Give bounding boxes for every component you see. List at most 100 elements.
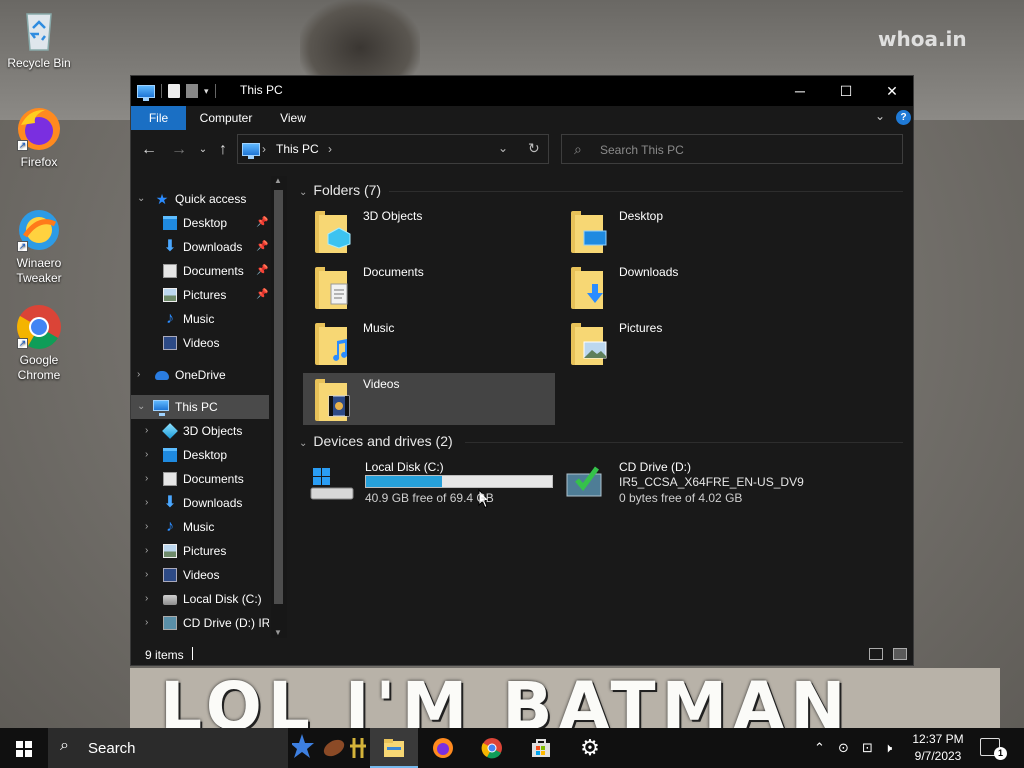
desktop-icon-recycle-bin[interactable]: Recycle Bin	[1, 6, 77, 71]
properties-icon[interactable]	[168, 84, 180, 98]
folder-desktop[interactable]: Desktop	[559, 205, 811, 257]
nav-quick-pictures[interactable]: Pictures 📌	[131, 283, 269, 307]
desktop-icon-firefox[interactable]: ↗ Firefox	[1, 105, 77, 170]
maximize-button[interactable]: ☐	[823, 76, 869, 106]
collapse-chevron-icon[interactable]: ⌄	[299, 438, 307, 449]
expand-chevron-icon[interactable]: ›	[145, 587, 155, 611]
nav-pc-3d-objects[interactable]: › 3D Objects	[131, 419, 269, 443]
large-icons-view-icon[interactable]	[893, 648, 907, 660]
collapse-chevron-icon[interactable]: ⌄	[299, 187, 307, 198]
scroll-down-arrow-icon[interactable]: ▼	[274, 628, 282, 637]
show-hidden-icons-chevron-icon[interactable]: ⌃	[814, 728, 825, 768]
nav-quick-access[interactable]: ⌄ ★ Quick access	[131, 187, 269, 211]
expand-chevron-icon[interactable]: ›	[145, 515, 155, 539]
search-input[interactable]	[600, 141, 890, 158]
nav-quick-music[interactable]: ♪ Music	[131, 307, 269, 331]
this-pc-icon	[242, 143, 260, 159]
nav-pc-desktop[interactable]: › Desktop	[131, 443, 269, 467]
tab-computer[interactable]: Computer	[193, 106, 259, 130]
breadcrumb-this-pc[interactable]: This PC	[276, 142, 319, 156]
taskbar-firefox[interactable]	[419, 728, 467, 768]
expand-chevron-icon[interactable]: ›	[137, 363, 147, 387]
folder-label: Pictures	[619, 321, 663, 335]
taskbar-search-box[interactable]: ⌕ Search	[48, 728, 366, 768]
nav-pc-music[interactable]: › ♪ Music	[131, 515, 269, 539]
nav-quick-downloads[interactable]: ⬇ Downloads 📌	[131, 235, 269, 259]
refresh-icon[interactable]: ↻	[528, 140, 540, 157]
breadcrumb-chevron-icon[interactable]: ›	[262, 142, 266, 156]
nav-pc-pictures[interactable]: › Pictures	[131, 539, 269, 563]
nav-item-label: Music	[183, 312, 215, 326]
expand-chevron-icon[interactable]: ›	[145, 611, 155, 635]
title-bar[interactable]: ▾ This PC ─ ☐ ✕	[131, 76, 913, 106]
desktop-icon-google-chrome[interactable]: ↗ Google Chrome	[1, 303, 77, 383]
volume-icon[interactable]: 🕨	[884, 728, 892, 768]
taskbar-microsoft-store[interactable]	[517, 728, 565, 768]
nav-pc-local-disk[interactable]: › Local Disk (C:)	[131, 587, 269, 611]
expand-chevron-icon[interactable]: ›	[145, 491, 155, 515]
drive-cd[interactable]: CD Drive (D:) IR5_CCSA_X64FRE_EN-US_DV9 …	[557, 460, 897, 512]
expand-chevron-icon[interactable]: ›	[145, 419, 155, 443]
collapse-chevron-icon[interactable]: ⌄	[137, 395, 147, 419]
help-icon[interactable]: ?	[896, 110, 911, 125]
nav-quick-videos[interactable]: Videos	[131, 331, 269, 355]
address-history-chevron-icon[interactable]: ⌄	[498, 141, 508, 155]
devices-group-header[interactable]: ⌄ Devices and drives (2)	[299, 433, 453, 449]
expand-chevron-icon[interactable]: ›	[145, 467, 155, 491]
breadcrumb-chevron-icon[interactable]: ›	[328, 142, 332, 156]
scroll-up-arrow-icon[interactable]: ▲	[274, 176, 282, 185]
desktop-icon-winaero-tweaker[interactable]: ↗ Winaero Tweaker	[1, 206, 77, 286]
expand-chevron-icon[interactable]: ›	[145, 563, 155, 587]
videos-icon	[163, 568, 177, 582]
nav-quick-desktop[interactable]: Desktop 📌	[131, 211, 269, 235]
taskbar-clock[interactable]: 12:37 PM 9/7/2023	[906, 731, 970, 765]
tab-view[interactable]: View	[271, 106, 315, 130]
address-bar[interactable]: › This PC › ⌄ ↻	[237, 134, 549, 164]
cd-drive-icon	[163, 616, 177, 630]
details-view-icon[interactable]	[869, 648, 883, 660]
folder-downloads[interactable]: Downloads	[559, 261, 811, 313]
folders-group-header[interactable]: ⌄ Folders (7)	[299, 182, 381, 198]
nav-pc-documents[interactable]: › Documents	[131, 467, 269, 491]
customize-toolbar-icon[interactable]: ▾	[204, 86, 209, 97]
nav-pc-downloads[interactable]: › ⬇ Downloads	[131, 491, 269, 515]
recent-locations-chevron-icon[interactable]: ⌄	[193, 140, 213, 160]
folder-videos[interactable]: Videos	[303, 373, 555, 425]
navigation-pane-scrollbar[interactable]: ▲ ▼	[271, 176, 287, 638]
back-button[interactable]: ←	[139, 140, 159, 160]
folder-pictures[interactable]: Pictures	[559, 317, 811, 369]
drive-local-disk[interactable]: Local Disk (C:) 40.9 GB free of 69.4 GB	[303, 460, 555, 512]
nav-pc-videos[interactable]: › Videos	[131, 563, 269, 587]
meet-now-icon[interactable]: ⊙	[838, 728, 849, 768]
nav-this-pc[interactable]: ⌄ This PC	[131, 395, 269, 419]
scrollbar-thumb[interactable]	[274, 190, 283, 604]
up-button[interactable]: ↑	[213, 140, 233, 160]
search-highlight-sports-icon	[292, 734, 366, 758]
minimize-button[interactable]: ─	[777, 76, 823, 106]
start-button[interactable]	[0, 728, 48, 768]
tab-file[interactable]: File	[131, 106, 186, 130]
collapse-chevron-icon[interactable]: ⌄	[137, 187, 147, 211]
folder-icon	[571, 323, 607, 365]
expand-chevron-icon[interactable]: ›	[145, 539, 155, 563]
network-icon[interactable]: ⊡	[862, 728, 873, 768]
expand-chevron-icon[interactable]: ›	[145, 443, 155, 467]
taskbar-chrome[interactable]	[468, 728, 516, 768]
taskbar-settings[interactable]: ⚙	[566, 728, 614, 768]
forward-button[interactable]: →	[169, 140, 189, 160]
close-button[interactable]: ✕	[869, 76, 915, 106]
folder-documents[interactable]: Documents	[303, 261, 555, 313]
shortcut-arrow-icon: ↗	[17, 140, 28, 151]
folder-music[interactable]: Music	[303, 317, 555, 369]
folder-3d-objects[interactable]: 3D Objects	[303, 205, 555, 257]
expand-ribbon-chevron-icon[interactable]: ⌄	[875, 109, 885, 123]
drive-free-space: 0 bytes free of 4.02 GB	[619, 491, 743, 505]
music-icon: ♪	[166, 310, 174, 327]
nav-quick-documents[interactable]: Documents 📌	[131, 259, 269, 283]
nav-onedrive[interactable]: › OneDrive	[131, 363, 269, 387]
quick-access-toolbar: ▾	[137, 82, 216, 101]
new-folder-icon[interactable]	[186, 84, 198, 98]
nav-pc-cd-drive[interactable]: › CD Drive (D:) IR5	[131, 611, 269, 635]
search-box[interactable]: ⌕	[561, 134, 903, 164]
taskbar-file-explorer[interactable]	[370, 728, 418, 768]
